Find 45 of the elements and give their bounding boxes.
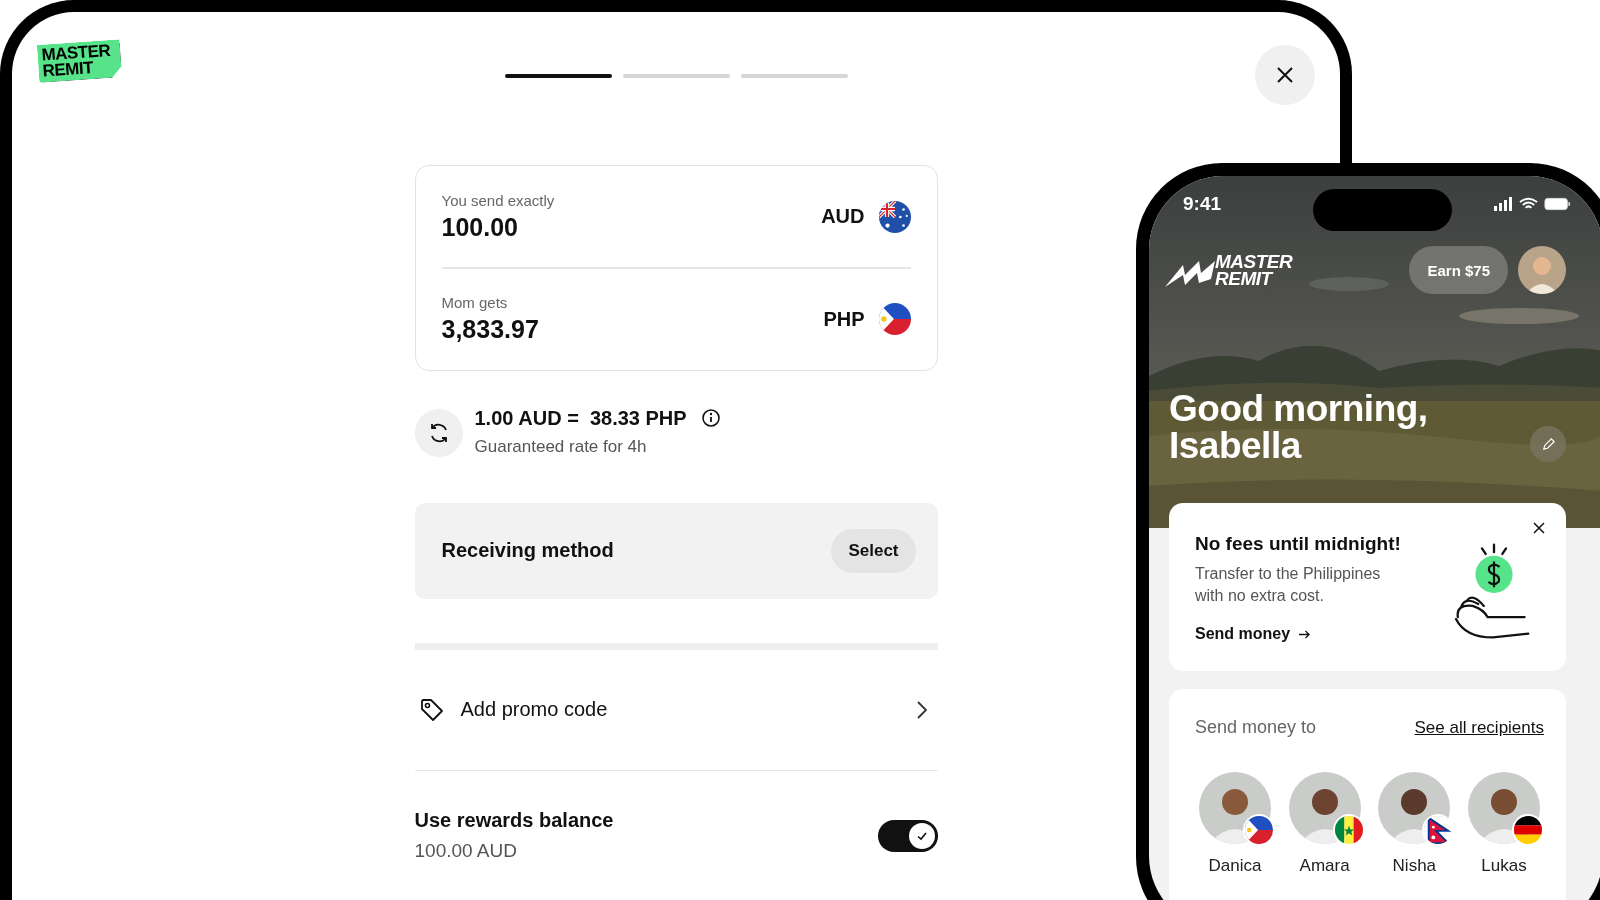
brand-logo: MASTER REMIT xyxy=(1165,253,1293,287)
close-button[interactable] xyxy=(1532,521,1546,535)
pencil-icon xyxy=(1540,436,1556,452)
recipient-name: Danica xyxy=(1208,856,1262,876)
germany-flag-icon xyxy=(1511,814,1544,846)
status-time: 9:41 xyxy=(1183,193,1223,215)
info-icon[interactable] xyxy=(700,408,721,428)
exchange-rate: 1.00 AUD = 38.33 PHP xyxy=(474,406,687,430)
section-title: Send money to xyxy=(1195,717,1317,738)
philippines-flag-icon xyxy=(878,303,911,335)
philippines-flag-icon xyxy=(1243,814,1275,846)
arrow-right-icon xyxy=(1298,628,1312,640)
rewards-label: Use rewards balance xyxy=(414,809,614,832)
select-button[interactable]: Select xyxy=(831,528,916,573)
promo-code-row[interactable]: Add promo code xyxy=(414,649,938,770)
recipient-name: Nisha xyxy=(1392,856,1437,876)
offer-title: No fees until midnight! xyxy=(1195,533,1402,555)
amount-label: You send exactly xyxy=(441,191,555,209)
chevron-right-icon xyxy=(915,699,928,720)
promo-code-label: Add promo code xyxy=(460,698,609,721)
amount-value[interactable]: 3,833.97 xyxy=(441,315,539,344)
recipient-name: Amara xyxy=(1299,856,1350,876)
battery-icon xyxy=(1544,197,1572,211)
rewards-balance: 100.00 AUD xyxy=(414,840,518,862)
rate-note: Guaranteed rate for 4h xyxy=(474,436,648,457)
receiving-method-label: Receiving method xyxy=(441,539,614,562)
recipient-name: Lukas xyxy=(1481,856,1527,876)
brand-logo: MASTER REMIT xyxy=(36,39,122,83)
earn-reward-button[interactable]: Earn $75 xyxy=(1409,246,1508,294)
greeting-heading: Good morning, Isabella xyxy=(1169,390,1428,464)
currency-selector[interactable]: AUD xyxy=(821,200,911,233)
toggle-switch[interactable] xyxy=(877,819,938,852)
amount-label: Mom gets xyxy=(441,294,509,311)
australia-flag-icon xyxy=(878,200,911,233)
see-all-recipients-link[interactable]: See all recipients xyxy=(1414,717,1544,738)
wifi-icon xyxy=(1519,197,1538,211)
amount-value[interactable]: 100.00 xyxy=(441,212,555,242)
currency-selector[interactable]: PHP xyxy=(823,303,911,335)
signal-icon xyxy=(1493,197,1513,211)
nepal-flag-icon xyxy=(1422,814,1455,846)
offer-text: Transfer to the Philippines with no extra cost. xyxy=(1195,564,1382,606)
close-icon xyxy=(1275,65,1295,85)
tag-icon xyxy=(418,696,445,723)
send-money-link[interactable]: Send money xyxy=(1195,625,1312,643)
senegal-flag-icon xyxy=(1332,814,1365,846)
